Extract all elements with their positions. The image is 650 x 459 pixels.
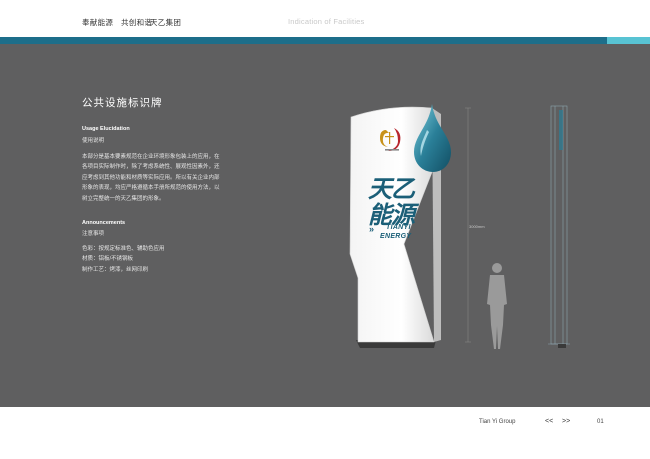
content-panel: 公共设施标识牌 Usage Elucidation 使用说明 本部分是基本要素规… [0,44,650,407]
header-group-name: 天乙集团 [150,18,182,27]
page-number: 01 [597,419,604,425]
header-bar-accent [607,37,650,44]
header-bar [0,37,607,44]
header-section-title: Indication of Facilities [288,17,365,26]
header-slogan: 奉献能源 共创和谐 [82,18,153,27]
page-footer: Tian Yi Group << >> 01 [0,407,650,459]
page-header: 奉献能源 共创和谐 天乙集团 Indication of Facilities [0,0,650,36]
prev-page-link[interactable]: << [545,418,553,425]
side-elevation-drawing [548,105,570,348]
footer-company: Tian Yi Group [479,419,516,425]
next-page-link[interactable]: >> [562,418,570,425]
